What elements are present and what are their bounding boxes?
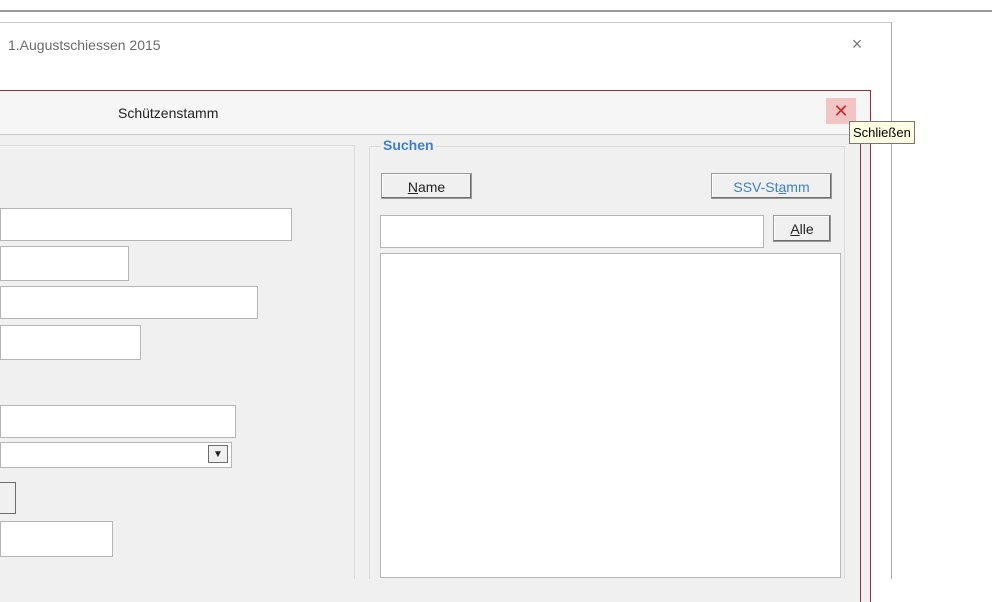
name-button-suffix: ame bbox=[417, 179, 446, 195]
small-button[interactable] bbox=[0, 482, 16, 514]
text-field-1[interactable] bbox=[0, 208, 292, 241]
name-button-accel: N bbox=[407, 179, 418, 195]
top-window-edge bbox=[0, 0, 992, 12]
ssv-stamm-button[interactable]: SSV-Stamm bbox=[711, 173, 832, 199]
ssv-button-suffix: mm bbox=[786, 179, 810, 195]
alle-button[interactable]: Alle bbox=[773, 215, 831, 242]
outer-window-title: 1.Augustschiessen 2015 bbox=[8, 37, 161, 53]
search-input[interactable] bbox=[380, 215, 764, 248]
text-field-4[interactable] bbox=[0, 325, 141, 360]
name-search-button[interactable]: Name bbox=[381, 173, 472, 199]
alle-button-suffix: lle bbox=[799, 221, 814, 237]
combo-box[interactable] bbox=[0, 442, 232, 468]
close-tooltip: Schließen bbox=[849, 121, 915, 144]
dialog-titlebar: Schützenstamm ✕ bbox=[0, 91, 869, 135]
text-field-3[interactable] bbox=[0, 286, 258, 319]
text-field-2[interactable] bbox=[0, 246, 129, 281]
dialog-title: Schützenstamm bbox=[118, 105, 219, 121]
ssv-button-prefix: SSV-St bbox=[733, 179, 779, 195]
alle-button-accel: A bbox=[790, 221, 800, 237]
chevron-down-icon[interactable]: ▼ bbox=[208, 445, 228, 463]
search-legend: Suchen bbox=[381, 137, 436, 153]
dialog-inner-border bbox=[860, 135, 861, 602]
text-field-6[interactable] bbox=[0, 521, 113, 557]
text-field-5[interactable] bbox=[0, 405, 236, 438]
outer-close-icon[interactable]: × bbox=[845, 32, 869, 56]
search-results-list[interactable] bbox=[380, 253, 841, 578]
